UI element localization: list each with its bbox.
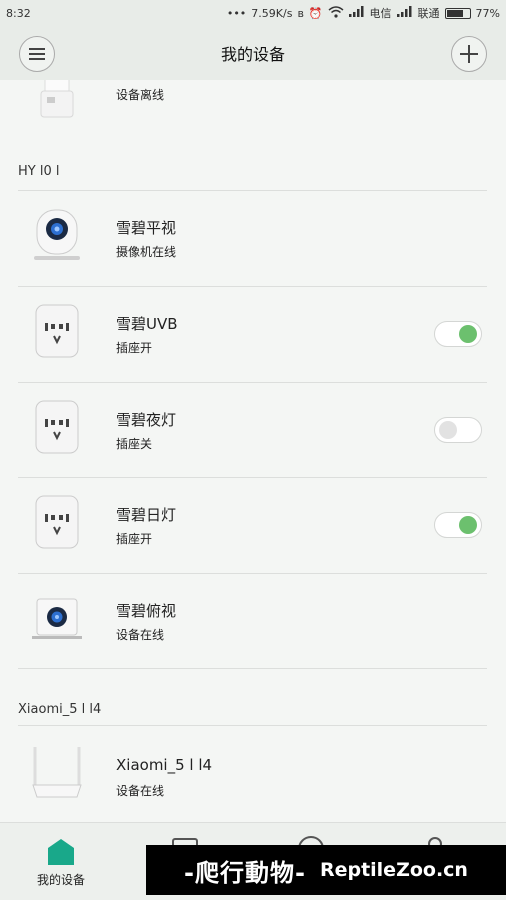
device-status: 设备离线	[116, 88, 165, 102]
nav-my-devices[interactable]: 我的设备	[16, 823, 106, 900]
watermark-en: ReptileZoo.cn	[319, 859, 468, 881]
status-indicators: ••• 7.59K/s ʙ ⏰ 电信 联通 77%	[227, 5, 500, 21]
power-toggle[interactable]	[434, 512, 482, 538]
device-status: 插座开	[116, 532, 153, 546]
toggle-knob	[459, 516, 477, 534]
divider	[18, 725, 487, 726]
device-name: 雪碧平视	[116, 219, 177, 237]
plus-icon	[460, 45, 478, 63]
carrier-1: 电信	[369, 7, 392, 20]
nav-label: 我的设备	[36, 873, 85, 887]
group-label-xiaomi: Xiaomi_5 l l4	[18, 702, 102, 717]
toggle-knob	[439, 421, 457, 439]
device-row[interactable]: 雪碧日灯 插座开	[0, 478, 506, 573]
device-name: 雪碧俯视	[116, 602, 177, 620]
device-row[interactable]: 雪碧俯视 设备在线	[0, 574, 506, 669]
status-time: 8:32	[6, 6, 31, 20]
hamburger-icon	[29, 48, 45, 60]
net-speed: 7.59K/s	[251, 6, 293, 20]
watermark-banner: -爬行動物- ReptileZoo.cn	[146, 845, 506, 895]
smart-plug-icon	[28, 397, 86, 459]
device-name: 雪碧UVB	[116, 315, 178, 333]
battery-percent: 77%	[475, 6, 500, 20]
device-status: 插座关	[116, 437, 153, 451]
page-title: 我的设备	[220, 45, 285, 64]
camera-square-icon	[28, 588, 86, 650]
add-device-button[interactable]	[451, 36, 487, 72]
wifi-icon	[328, 5, 344, 21]
device-status: 插座开	[116, 341, 153, 355]
battery-icon	[444, 7, 471, 19]
signal-icon	[348, 6, 365, 20]
device-name: Xiaomi_5 l l4	[116, 756, 213, 774]
device-name: 雪碧日灯	[116, 506, 177, 524]
device-list: 设备离线 HY l0 l 雪碧平视 摄像机在线 雪碧UVB 插座开 雪碧夜灯 插…	[0, 80, 506, 822]
menu-button[interactable]	[19, 36, 55, 72]
device-row-offline[interactable]: 设备离线	[0, 80, 506, 139]
device-name: 雪碧夜灯	[116, 411, 177, 429]
router-icon	[28, 744, 86, 806]
signal-icon	[396, 6, 413, 20]
power-toggle[interactable]	[434, 417, 482, 443]
watermark-cn: -爬行動物-	[184, 858, 306, 887]
alarm-icon: ⏰	[308, 6, 323, 20]
more-dots-icon: •••	[226, 6, 247, 20]
camera-round-icon	[28, 205, 86, 267]
carrier-2: 联通	[417, 7, 440, 20]
home-icon	[48, 839, 74, 865]
smart-plug-icon	[28, 301, 86, 363]
device-row[interactable]: 雪碧夜灯 插座关	[0, 383, 506, 478]
device-status: 设备在线	[116, 628, 165, 642]
plug-device-icon	[28, 80, 86, 120]
power-toggle[interactable]	[434, 321, 482, 347]
device-status: 摄像机在线	[116, 245, 177, 259]
toggle-knob	[459, 325, 477, 343]
smart-plug-icon	[28, 492, 86, 554]
device-status: 设备在线	[116, 784, 165, 798]
status-bar: 8:32 ••• 7.59K/s ʙ ⏰ 电信 联通 77%	[0, 0, 506, 26]
device-row[interactable]: 雪碧UVB 插座开	[0, 287, 506, 382]
group-label-hy101: HY l0 l	[18, 164, 60, 179]
device-row[interactable]: 雪碧平视 摄像机在线	[0, 191, 506, 286]
device-row[interactable]: Xiaomi_5 l l4 设备在线	[0, 730, 506, 822]
bluetooth-icon: ʙ	[297, 6, 304, 20]
app-header: 我的设备	[0, 26, 506, 80]
divider	[18, 668, 487, 669]
